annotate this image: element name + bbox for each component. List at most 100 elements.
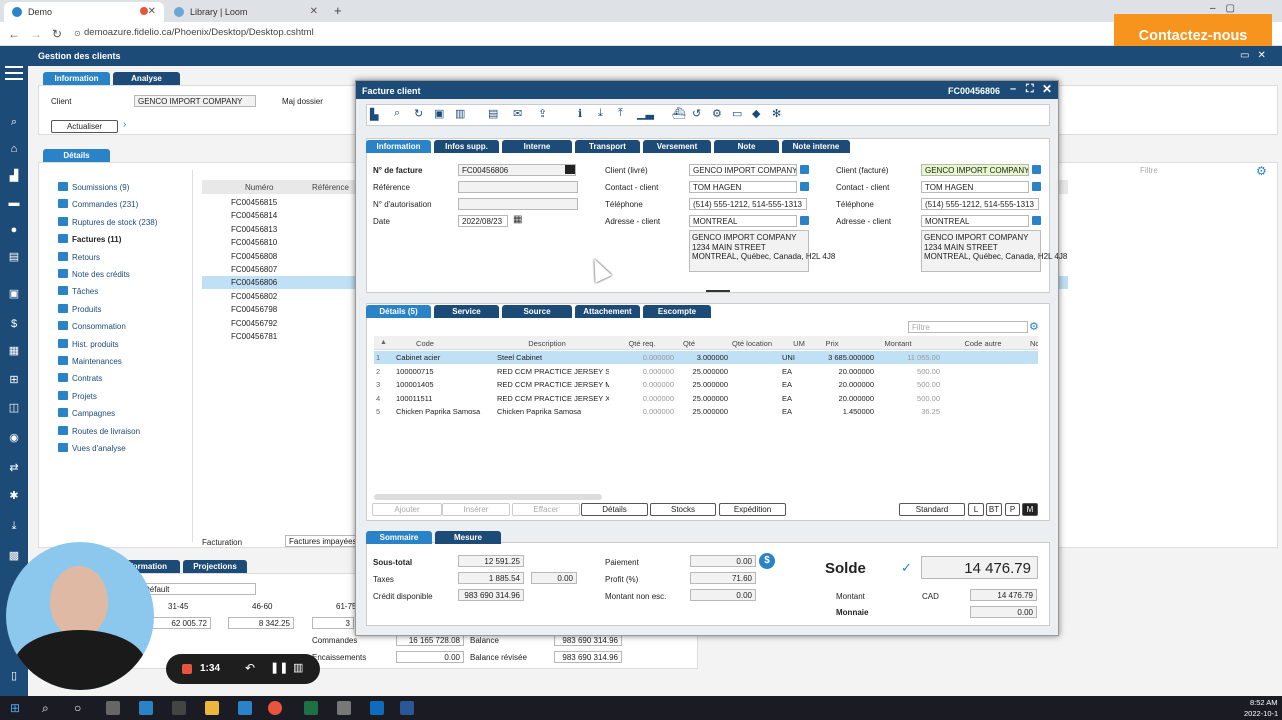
tab-4[interactable]: Versement [643, 140, 711, 153]
invoice-row[interactable]: FC00456813 [231, 225, 277, 234]
detail-tab-4[interactable]: Escompte [643, 305, 711, 318]
users-icon[interactable]: ● [7, 224, 21, 236]
download-icon[interactable]: ⤓ [598, 107, 603, 120]
chat-icon[interactable]: ◉ [7, 432, 21, 444]
gear-icon[interactable]: ⚙ [1256, 164, 1267, 178]
mode-button[interactable]: P [1005, 503, 1020, 516]
reload-icon[interactable]: ↻ [52, 27, 62, 41]
app-window-controls[interactable]: ▭✕ [1240, 50, 1274, 61]
nav-item[interactable]: Ruptures de stock (238) [58, 216, 157, 229]
minimize-icon[interactable]: – [1010, 83, 1016, 95]
nav-item[interactable]: Projets [58, 390, 97, 403]
tab-6[interactable]: Note interne [782, 140, 850, 153]
pause-icon[interactable]: ❚❚ [270, 661, 288, 674]
close-icon[interactable]: ✕ [148, 6, 156, 17]
bill-lookup-icon[interactable] [1032, 165, 1041, 174]
chrome-icon[interactable] [268, 701, 282, 715]
nav-item[interactable]: Factures (11) [58, 234, 121, 246]
filter-input[interactable]: Filtre [1140, 166, 1158, 175]
invoice-row[interactable]: FC00456792 [231, 319, 277, 328]
window-controls[interactable]: –▢ [1210, 3, 1245, 14]
nav-item[interactable]: Soumissions (9) [58, 182, 129, 194]
bar-chart-icon[interactable]: ▁▃ [637, 107, 654, 120]
invoice-row[interactable]: FC00456806 [231, 278, 277, 287]
ship-icon[interactable]: ⛴ [672, 107, 686, 120]
tab-details[interactable]: Détails [43, 149, 110, 162]
action-button[interactable]: Ajouter [372, 503, 442, 516]
detail-tab-0[interactable]: Détails (5) [366, 305, 431, 318]
bill-addr-field[interactable]: MONTREAL [921, 215, 1029, 227]
nav-item[interactable]: Maintenances [58, 356, 122, 368]
lines-filter[interactable]: Filtre [908, 321, 1028, 333]
reference-field[interactable] [458, 181, 578, 193]
home-icon[interactable]: ⌂ [7, 143, 21, 155]
hamburger-icon[interactable] [5, 66, 23, 80]
line-row[interactable]: 2100000715RED CCM PRACTICE JERSEY SMALL0… [374, 365, 1038, 378]
bill-client-field[interactable]: GENCO IMPORT COMPANY [921, 164, 1029, 176]
action-button[interactable]: Effacer [512, 503, 580, 516]
tab-projections[interactable]: Projections [183, 560, 247, 573]
mode-button[interactable]: L [968, 503, 984, 516]
email-icon[interactable]: ✉ [513, 107, 522, 120]
invoice-row[interactable]: FC00456808 [231, 252, 277, 261]
tab-0[interactable]: Information [366, 140, 431, 153]
windows-start-icon[interactable]: ⊞ [10, 701, 20, 715]
tab-3[interactable]: Transport [575, 140, 640, 153]
calculator-icon[interactable] [565, 165, 575, 174]
trash-icon[interactable]: ▥ [455, 107, 465, 120]
ship-lookup-icon[interactable] [800, 165, 809, 174]
settings-icon[interactable]: ✱ [7, 490, 21, 502]
invoice-row[interactable]: FC00456802 [231, 292, 277, 301]
upload-icon[interactable]: ⤒ [618, 107, 623, 120]
network-icon[interactable]: ✻ [772, 107, 781, 120]
trash-icon[interactable]: ▥ [293, 661, 303, 674]
dollar-icon[interactable]: $ [759, 553, 775, 569]
detail-tab-2[interactable]: Source [502, 305, 572, 318]
browser-tab-loom[interactable]: Library | Loom ✕ [166, 2, 326, 22]
info-icon[interactable]: ℹ [578, 107, 582, 120]
task-view-icon[interactable]: ○ [74, 701, 81, 715]
mode-button[interactable]: Standard [899, 503, 965, 516]
download-icon[interactable]: ⤓ [7, 520, 21, 532]
bill-phone-field[interactable]: (514) 555-1212, 514-555-1313 [921, 198, 1039, 210]
search-icon[interactable]: ⌕ [394, 107, 400, 120]
tag-icon[interactable]: ◆ [752, 107, 760, 120]
shopping-icon[interactable]: ▦ [7, 345, 21, 357]
invoice-row[interactable]: FC00456781 [231, 332, 277, 341]
invoice-icon[interactable]: $ [7, 318, 21, 330]
tab-5[interactable]: Note [714, 140, 779, 153]
truck-icon[interactable]: ▬ [7, 197, 21, 209]
cart-icon[interactable]: ▤ [7, 251, 21, 263]
nav-item[interactable]: Produits [58, 303, 101, 316]
refresh-button[interactable]: Actualiser [51, 120, 118, 133]
edge-icon[interactable] [139, 701, 153, 715]
ship-addr-field[interactable]: MONTREAL [689, 215, 797, 227]
flow-icon[interactable]: ⊞ [7, 374, 21, 386]
nav-item[interactable]: Vues d'analyse [58, 443, 126, 455]
ship-client-field[interactable]: GENCO IMPORT COMPANY [689, 164, 797, 176]
restart-icon[interactable]: ↶ [245, 661, 255, 675]
action-button[interactable]: Stocks [650, 503, 716, 516]
default-select[interactable]: Défault [140, 583, 256, 595]
search-icon[interactable]: ⌕ [7, 116, 21, 128]
line-row[interactable]: 1 Cabinet acier Steel Cabinet 0.000000 3.000… [374, 351, 1038, 364]
action-button[interactable]: Insérer [442, 503, 510, 516]
undo-icon[interactable]: ↺ [692, 107, 701, 120]
excel-icon[interactable] [304, 701, 318, 715]
mode-button[interactable]: M [1022, 503, 1038, 516]
box-icon[interactable]: ◫ [7, 402, 21, 414]
invoice-row[interactable]: FC00456815 [231, 198, 277, 207]
forward-icon[interactable]: → [30, 27, 42, 41]
word-icon[interactable] [400, 701, 414, 715]
ship-lookup-icon[interactable] [800, 182, 809, 191]
nav-item[interactable]: Contrats [58, 373, 102, 385]
chevron-right-icon[interactable]: › [123, 119, 126, 130]
transfer-icon[interactable]: ⇄ [7, 462, 21, 474]
tab-2[interactable]: Interne [502, 140, 572, 153]
tab-mesure[interactable]: Mesure [435, 531, 501, 544]
splitter-handle[interactable] [706, 290, 730, 292]
tab-1[interactable]: Infos supp. [434, 140, 499, 153]
app-icon[interactable] [337, 701, 351, 715]
invoice-row[interactable]: FC00456807 [231, 265, 277, 274]
action-button[interactable]: Détails [581, 503, 648, 516]
